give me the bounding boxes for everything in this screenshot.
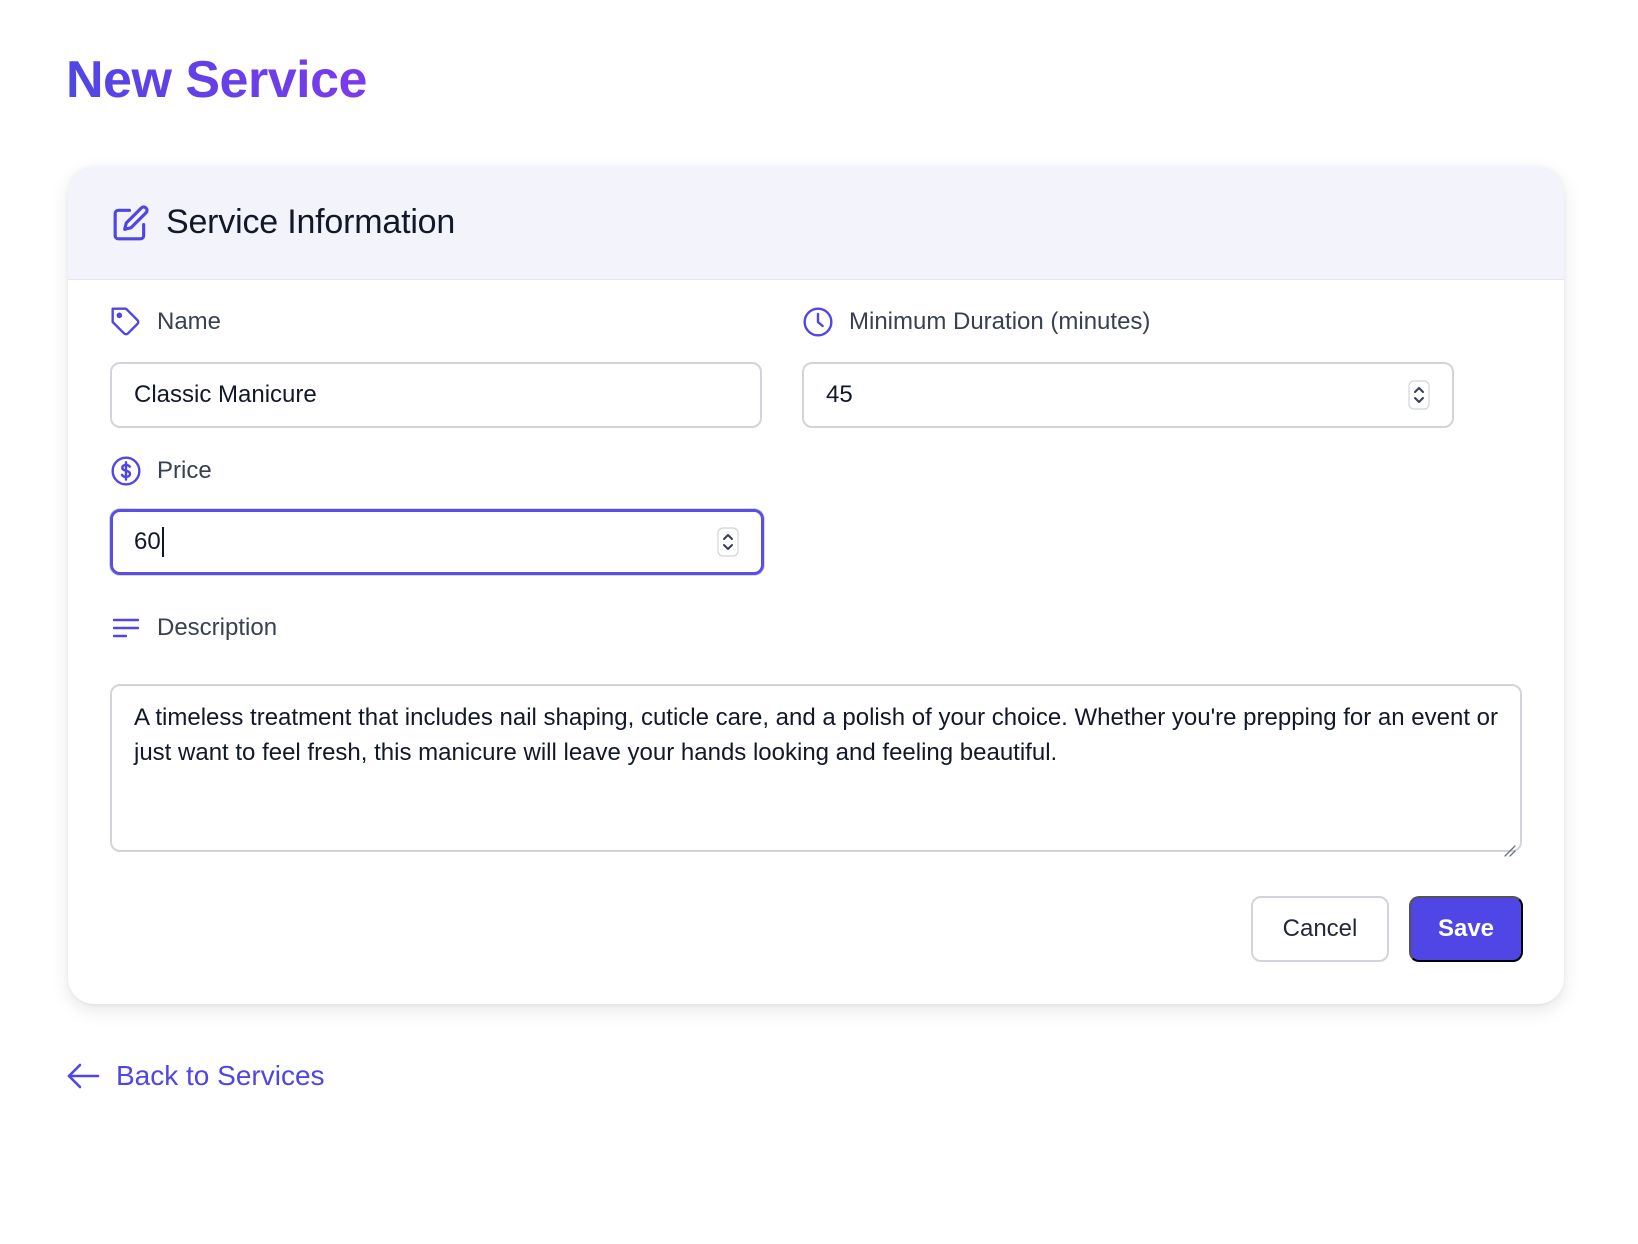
arrow-left-icon: [66, 1061, 100, 1091]
edit-icon: [112, 204, 150, 242]
duration-stepper[interactable]: [1408, 380, 1430, 410]
duration-input-value: 45: [826, 381, 853, 408]
card-header: Service Information: [68, 166, 1564, 280]
name-input[interactable]: Classic Manicure: [110, 362, 762, 428]
page-title: New Service: [66, 48, 367, 112]
tag-icon: [110, 306, 142, 338]
text-caret: [161, 527, 164, 557]
clock-icon: [802, 306, 834, 338]
price-input[interactable]: 60: [110, 509, 764, 575]
save-button[interactable]: Save: [1409, 896, 1523, 962]
description-textarea[interactable]: A timeless treatment that includes nail …: [110, 684, 1522, 857]
description-label: Description: [110, 612, 277, 644]
name-label-text: Name: [157, 308, 222, 335]
price-label-text: Price: [157, 457, 212, 484]
dollar-circle-icon: [110, 455, 142, 487]
description-label-text: Description: [157, 614, 278, 641]
name-label: Name: [110, 306, 221, 338]
duration-label: Minimum Duration (minutes): [802, 306, 1150, 338]
resize-grip-icon[interactable]: [1502, 832, 1516, 857]
back-to-services-link[interactable]: Back to Services: [66, 1060, 325, 1092]
description-value: A timeless treatment that includes nail …: [134, 704, 1499, 766]
menu-lines-icon: [110, 612, 142, 644]
price-label: Price: [110, 455, 212, 487]
card-title: Service Information: [166, 203, 456, 241]
back-link-label: Back to Services: [116, 1060, 325, 1091]
name-input-value: Classic Manicure: [134, 381, 317, 408]
duration-input[interactable]: 45: [802, 362, 1454, 428]
service-form-card: Service Information Name Classic Manicur…: [68, 166, 1564, 1004]
duration-label-text: Minimum Duration (minutes): [849, 308, 1151, 335]
price-stepper[interactable]: [717, 527, 739, 557]
cancel-button[interactable]: Cancel: [1251, 896, 1389, 962]
price-input-value: 60: [134, 528, 161, 555]
